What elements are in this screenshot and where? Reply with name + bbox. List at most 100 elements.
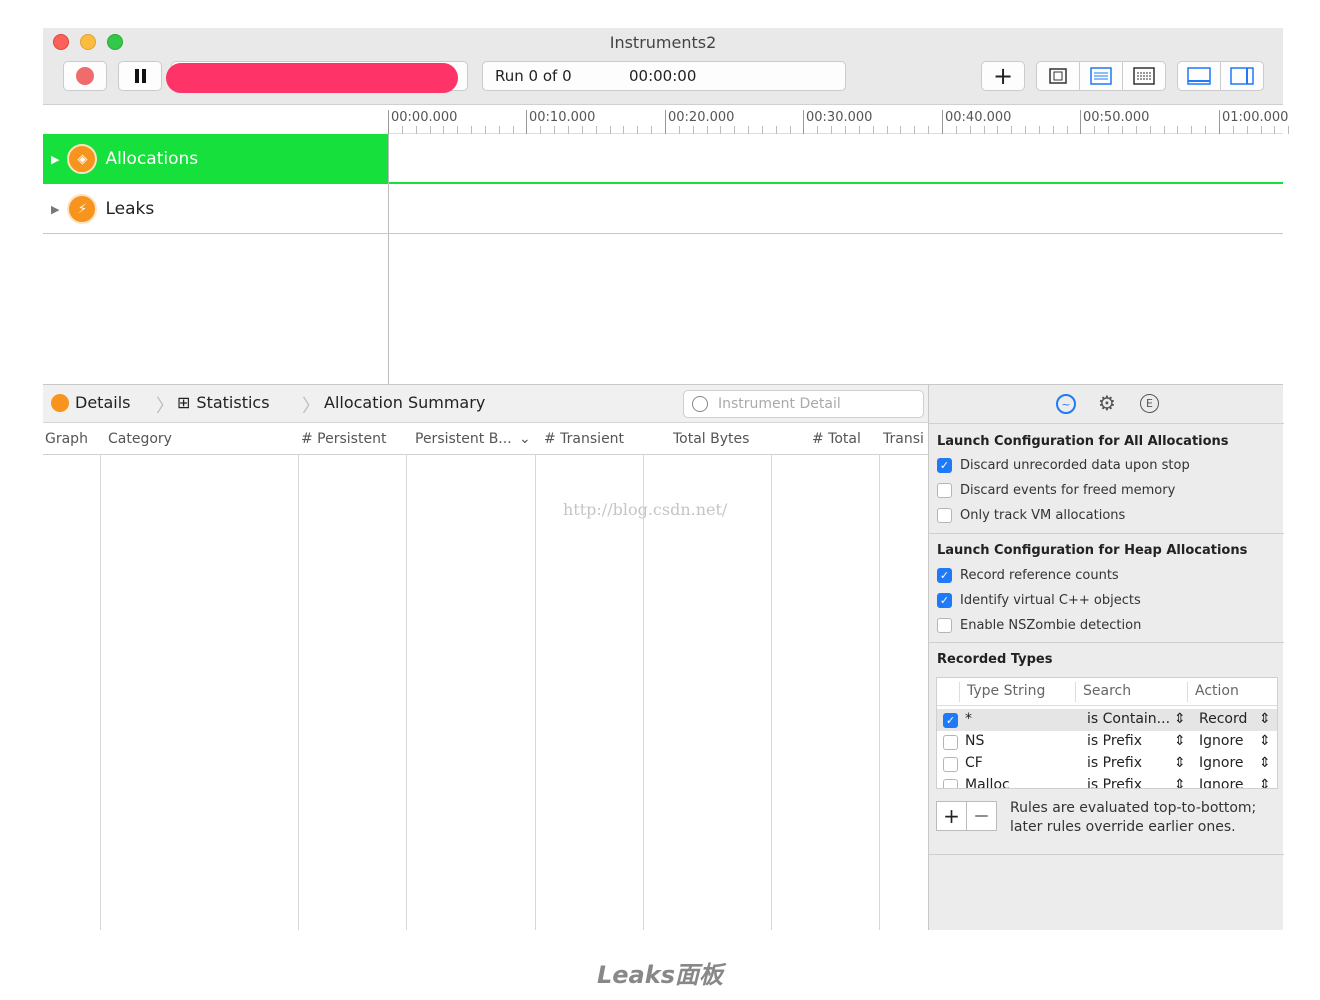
table-row[interactable]: Malloc is Prefix ⇕ Ignore ⇕	[937, 775, 1277, 788]
add-instrument-button[interactable]: +	[981, 61, 1025, 91]
ruler-minor-tick	[429, 126, 431, 134]
triangle-right-icon[interactable]: ▶	[51, 203, 59, 216]
table-row[interactable]: NS is Prefix ⇕ Ignore ⇕	[937, 731, 1277, 753]
table-row[interactable]: CF is Prefix ⇕ Ignore ⇕	[937, 753, 1277, 775]
checkbox[interactable]	[943, 735, 958, 750]
checkbox[interactable]	[937, 508, 952, 523]
track-divider	[388, 134, 389, 384]
checkmark-icon[interactable]: ✓	[943, 713, 958, 728]
instrument-detail-search[interactable]: Instrument Detail	[683, 390, 924, 418]
option-record-refcounts[interactable]: ✓ Record reference counts	[937, 568, 1119, 583]
checkbox[interactable]	[943, 779, 958, 788]
sort-chevron-icon[interactable]: ⌄	[519, 431, 531, 447]
column-header[interactable]: Graph	[45, 431, 88, 447]
stepper-icon[interactable]: ⇕	[1174, 733, 1186, 749]
ruler-minor-tick	[457, 126, 459, 134]
column-header[interactable]: # Total	[812, 431, 861, 447]
grid-view-button[interactable]	[1122, 61, 1166, 91]
ruler-minor-tick	[1149, 126, 1151, 134]
stepper-icon[interactable]: ⇕	[1259, 711, 1271, 727]
crumb-statistics[interactable]: ⊞ Statistics	[177, 393, 270, 412]
crumb-details[interactable]: Details	[51, 393, 130, 412]
pause-button[interactable]	[118, 61, 162, 91]
search-mode[interactable]: is Prefix	[1087, 777, 1142, 788]
triangle-right-icon[interactable]: ▶	[51, 153, 59, 166]
search-mode[interactable]: is Prefix	[1087, 755, 1142, 771]
timeline-ruler[interactable]: 00:00.000 00:10.000 00:20.000 00:30.000 …	[388, 106, 1290, 134]
ruler-minor-tick	[734, 126, 736, 134]
recorded-types-table[interactable]: Type String Search Action ✓ * is Contain…	[936, 677, 1278, 789]
redaction-mark	[166, 63, 458, 93]
allocations-icon	[51, 393, 69, 412]
checkbox[interactable]	[937, 618, 952, 633]
ruler-minor-tick	[1260, 126, 1262, 134]
column-divider	[643, 455, 644, 930]
ruler-minor-tick	[1163, 126, 1165, 134]
add-remove-group: + —	[936, 801, 1006, 831]
stepper-icon[interactable]: ⇕	[1259, 777, 1271, 788]
option-nszombie[interactable]: Enable NSZombie detection	[937, 618, 1141, 633]
column-header[interactable]: Action	[1195, 683, 1239, 699]
action-mode[interactable]: Record	[1199, 711, 1247, 727]
action-mode[interactable]: Ignore	[1199, 733, 1244, 749]
column-header[interactable]: Category	[108, 431, 172, 447]
ruler-minor-tick	[789, 126, 791, 134]
search-mode[interactable]: is Prefix	[1087, 733, 1142, 749]
track-leaks[interactable]: ▶ ⚡ Leaks	[43, 184, 1283, 234]
option-identify-cpp[interactable]: ✓ Identify virtual C++ objects	[937, 593, 1141, 608]
track-name: Leaks	[105, 199, 155, 219]
remove-rule-button[interactable]: —	[966, 801, 997, 831]
jump-bar: Details 〉 ⊞ Statistics 〉 Allocation Summ…	[43, 384, 928, 423]
ruler-minor-tick	[498, 126, 500, 134]
checkmark-icon[interactable]: ✓	[937, 458, 952, 473]
stepper-icon[interactable]: ⇕	[1174, 777, 1186, 788]
column-header[interactable]: Total Bytes	[673, 431, 749, 447]
column-divider	[406, 455, 407, 930]
stepper-icon[interactable]: ⇕	[1174, 711, 1186, 727]
stepper-icon[interactable]: ⇕	[1174, 755, 1186, 771]
type-string: CF	[965, 755, 983, 771]
list-view-button[interactable]	[1079, 61, 1123, 91]
record-button[interactable]	[63, 61, 107, 91]
add-rule-button[interactable]: +	[936, 801, 967, 831]
toggle-side-panel-button[interactable]	[1220, 61, 1264, 91]
column-header[interactable]: # Transient	[544, 431, 624, 447]
instruments-window: Instruments2 Run 0 of 0 00:00:00 + 00:00…	[43, 28, 1290, 930]
search-mode[interactable]: is Contain...	[1087, 711, 1170, 727]
track-allocations[interactable]: ▶ ◈ Allocations	[43, 134, 1283, 184]
checkmark-icon[interactable]: ✓	[937, 593, 952, 608]
option-only-vm[interactable]: Only track VM allocations	[937, 508, 1125, 523]
ruler-minor-tick	[678, 126, 680, 134]
gear-icon[interactable]: ⚙	[1098, 391, 1116, 415]
ruler-minor-tick	[831, 126, 833, 134]
option-discard-unrecorded[interactable]: ✓ Discard unrecorded data upon stop	[937, 458, 1190, 473]
ruler-minor-tick	[872, 126, 874, 134]
action-mode[interactable]: Ignore	[1199, 777, 1244, 788]
action-mode[interactable]: Ignore	[1199, 755, 1244, 771]
checkbox[interactable]	[937, 483, 952, 498]
stepper-icon[interactable]: ⇕	[1259, 755, 1271, 771]
cpu-view-button[interactable]	[1036, 61, 1080, 91]
column-header[interactable]: Type String	[967, 683, 1045, 699]
column-header[interactable]: Search	[1083, 683, 1131, 699]
ruler-minor-tick	[1135, 126, 1137, 134]
section-heap-allocations: Launch Configuration for Heap Allocation…	[929, 534, 1284, 643]
column-divider	[879, 455, 880, 930]
column-header[interactable]: Persistent B...	[415, 431, 512, 447]
ruler-minor-tick	[914, 126, 916, 134]
option-discard-freed[interactable]: Discard events for freed memory	[937, 483, 1175, 498]
column-header[interactable]: # Persistent	[301, 431, 386, 447]
crumb-details-label: Details	[75, 393, 131, 412]
column-header[interactable]: Transi	[883, 431, 924, 447]
table-row[interactable]: ✓ * is Contain... ⇕ Record ⇕	[937, 709, 1277, 731]
crumb-allocation-summary[interactable]: Allocation Summary	[324, 393, 485, 412]
option-label: Enable NSZombie detection	[960, 618, 1142, 633]
stepper-icon[interactable]: ⇕	[1259, 733, 1271, 749]
ruler-minor-tick	[540, 126, 542, 134]
checkbox[interactable]	[943, 757, 958, 772]
extended-detail-icon[interactable]: E	[1140, 394, 1159, 413]
checkmark-icon[interactable]: ✓	[937, 568, 952, 583]
column-divider	[100, 455, 101, 930]
toggle-bottom-panel-button[interactable]	[1177, 61, 1221, 91]
record-settings-icon[interactable]: ~	[1056, 394, 1076, 414]
